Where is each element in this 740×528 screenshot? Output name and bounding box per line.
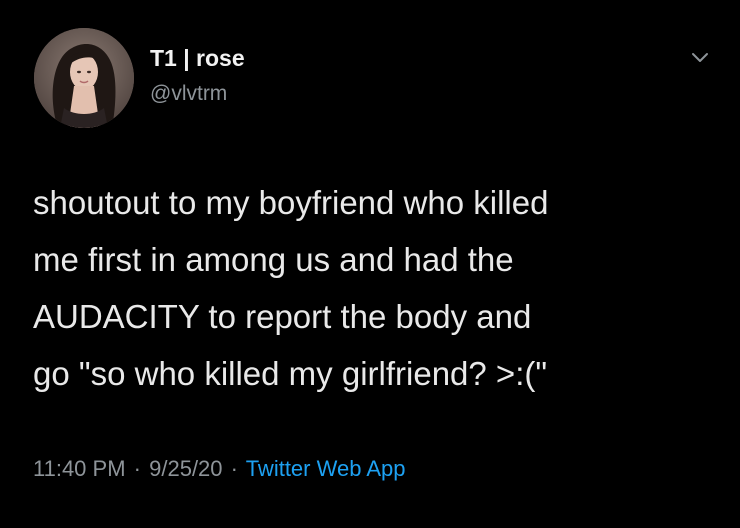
meta-separator: · xyxy=(133,456,141,481)
display-name[interactable]: T1 | rose xyxy=(150,45,245,72)
tweet-time[interactable]: 11:40 PM xyxy=(33,456,126,481)
tweet-meta: 11:40 PM · 9/25/20 · Twitter Web App xyxy=(33,456,405,482)
avatar[interactable] xyxy=(34,28,134,128)
chevron-down-icon[interactable] xyxy=(688,49,712,67)
user-handle[interactable]: @vlvtrm xyxy=(150,82,227,106)
meta-separator: · xyxy=(230,456,238,481)
tweet-text: shoutout to my boyfriend who killed me f… xyxy=(33,184,549,392)
tweet-date[interactable]: 9/25/20 xyxy=(149,456,222,481)
tweet-source-link[interactable]: Twitter Web App xyxy=(246,456,406,481)
avatar-image xyxy=(34,28,134,128)
tweet-card: T1 | rose @vlvtrm shoutout to my boyfrie… xyxy=(0,0,740,528)
